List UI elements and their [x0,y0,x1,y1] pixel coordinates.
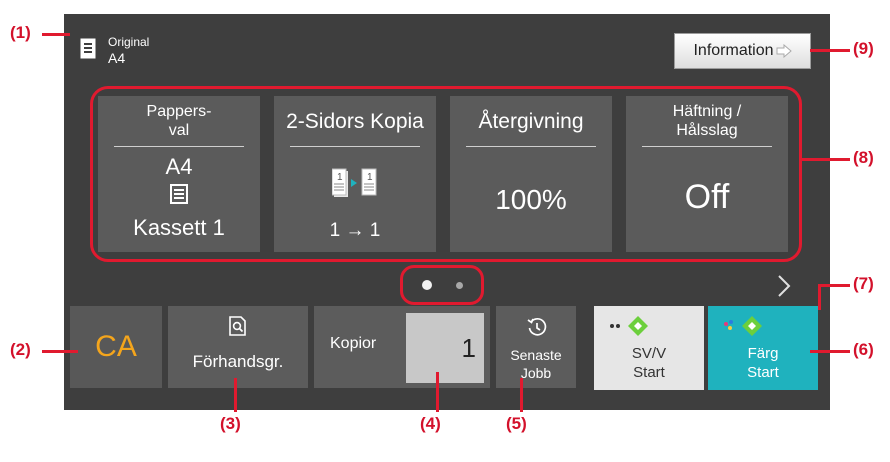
bw-start-icon [610,316,648,336]
callout-9: (9) [853,39,874,58]
tile-divider [466,146,596,147]
staple-value: Off [684,178,730,216]
original-label: Original [108,35,150,49]
clear-all-button[interactable]: CA [70,306,162,388]
copies-label: Kopior [330,335,377,352]
callout-7: (7) [853,274,874,293]
tile-duplex-copy[interactable]: 2-Sidors Kopia 1 1 1 → 1 [274,96,436,252]
history-icon [527,317,547,336]
duplex-copy-icon: 1 1 [332,168,377,197]
callout-line-6 [810,350,850,353]
tile-paper-title: Pappers- val [146,103,212,139]
color-start-label: Färg Start [747,345,779,381]
callout-line-8 [802,158,850,161]
callout-6: (6) [853,340,874,359]
paper-size-value: A4 [165,154,193,179]
tile-ratio-title: Återgivning [478,109,584,133]
bw-start-label: SV/V Start [631,345,667,381]
callout-3: (3) [220,414,241,433]
duplex-mode-value: 1 → 1 [329,220,381,241]
callout-line-7 [818,284,850,287]
callout-8: (8) [853,148,874,167]
page-dot-active[interactable] [422,280,432,290]
color-start-icon [724,316,762,336]
bw-start-button[interactable]: SV/V Start [594,306,704,390]
arrow-right-icon [776,44,792,58]
tile-divider [290,146,420,147]
tray-icon [170,184,188,204]
tile-paper-select[interactable]: Pappers- val A4 Kassett 1 [98,96,260,252]
page-dot-inactive[interactable] [456,282,463,289]
tile-reduction-enlargement[interactable]: Återgivning 100% [450,96,612,252]
callout-2: (2) [10,340,31,359]
page-dots-highlight [400,265,484,305]
ca-label: CA [95,330,137,363]
copies-input[interactable]: 1 [406,313,484,383]
tile-divider [642,146,772,147]
svg-text:1: 1 [337,172,343,183]
copies-control: Kopior 1 [314,306,490,388]
callout-1: (1) [10,23,31,42]
callout-line-5 [520,378,523,412]
callout-line-4 [436,372,439,412]
tile-duplex-title: 2-Sidors Kopia [286,109,424,133]
recent-jobs-button[interactable]: Senaste Jobb [496,306,576,388]
tile-staple-title: Häftning / Hålsslag [672,103,742,139]
paper-tray-value: Kassett 1 [133,215,225,240]
original-size: A4 [108,50,126,66]
callout-line-3 [234,378,237,412]
callout-5: (5) [506,414,527,433]
preview-icon [229,316,246,336]
callout-4: (4) [420,414,441,433]
document-icon [80,38,96,59]
information-button[interactable]: Information [674,33,811,69]
preview-label: Förhandsgr. [192,352,284,371]
next-page-chevron-icon[interactable] [776,274,792,298]
preview-button[interactable]: Förhandsgr. [168,306,308,388]
information-label: Information [693,42,774,59]
ratio-value: 100% [495,184,567,215]
callout-line-1 [42,33,70,36]
callout-line-9 [810,49,850,52]
tile-divider [114,146,244,147]
recent-jobs-label: Senaste Jobb [510,347,562,381]
callout-line-7-vertical [818,284,821,310]
svg-text:1: 1 [367,172,373,183]
callout-line-2 [42,350,78,353]
tile-staple-punch[interactable]: Häftning / Hålsslag Off [626,96,788,252]
color-start-button[interactable]: Färg Start [708,306,818,390]
